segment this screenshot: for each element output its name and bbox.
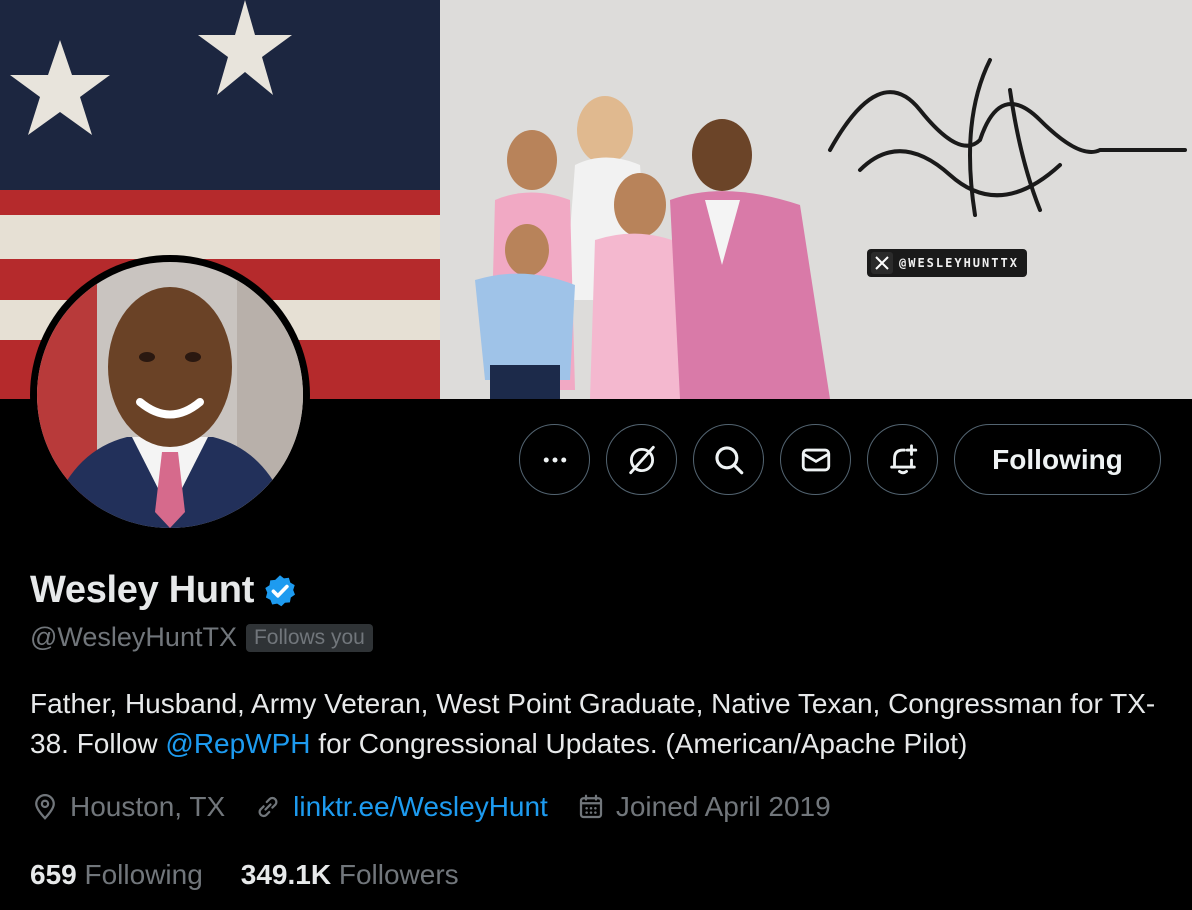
bio-mention-link[interactable]: @RepWPH (165, 728, 310, 759)
bell-plus-icon (889, 443, 917, 474)
search-button[interactable] (693, 424, 764, 495)
handle-row: @WesleyHuntTX Follows you (30, 622, 373, 653)
profile-bio: Father, Husband, Army Veteran, West Poin… (30, 684, 1170, 764)
message-button[interactable] (780, 424, 851, 495)
profile-meta: Houston, TX linktr.ee/WesleyHunt Joined … (30, 791, 859, 823)
banner-watermark: @WESLEYHUNTTX (867, 249, 1027, 277)
grok-button[interactable] (606, 424, 677, 495)
following-count-link[interactable]: 659 Following (30, 859, 203, 891)
calendar-icon (579, 794, 602, 819)
follows-you-badge: Follows you (245, 623, 373, 652)
avatar-image (37, 262, 303, 528)
following-label: Following (84, 859, 203, 890)
ellipsis-icon (543, 457, 566, 462)
website-link[interactable]: linktr.ee/WesleyHunt (293, 791, 548, 823)
watermark-text: @WESLEYHUNTTX (899, 256, 1019, 270)
join-date: Joined April 2019 (576, 791, 831, 823)
grok-icon (628, 445, 655, 474)
search-icon (714, 445, 743, 474)
verified-badge-icon[interactable] (262, 573, 298, 609)
avatar[interactable] (30, 255, 310, 535)
website: linktr.ee/WesleyHunt (253, 791, 548, 823)
bio-text-end: for Congressional Updates. (American/Apa… (310, 728, 968, 759)
notify-button[interactable] (867, 424, 938, 495)
followers-count: 349.1K (240, 859, 332, 890)
following-button[interactable]: Following (954, 424, 1161, 495)
display-name: Wesley Hunt (30, 569, 255, 611)
user-handle: @WesleyHuntTX (30, 622, 237, 652)
link-icon (258, 796, 278, 818)
location-text: Houston, TX (70, 791, 226, 822)
x-logo-icon (871, 252, 893, 274)
followers-label: Followers (338, 859, 459, 890)
location-pin-icon (35, 794, 55, 820)
name-row: Wesley Hunt (30, 569, 298, 612)
followers-count-link[interactable]: 349.1K Followers (241, 859, 459, 891)
more-button[interactable] (519, 424, 590, 495)
follow-stats: 659 Following 349.1K Followers (30, 859, 497, 891)
envelope-icon (801, 448, 830, 471)
location: Houston, TX (30, 791, 225, 823)
join-date-text: Joined April 2019 (615, 791, 831, 822)
following-count: 659 (30, 859, 77, 890)
profile-actions: Following (519, 424, 1161, 495)
